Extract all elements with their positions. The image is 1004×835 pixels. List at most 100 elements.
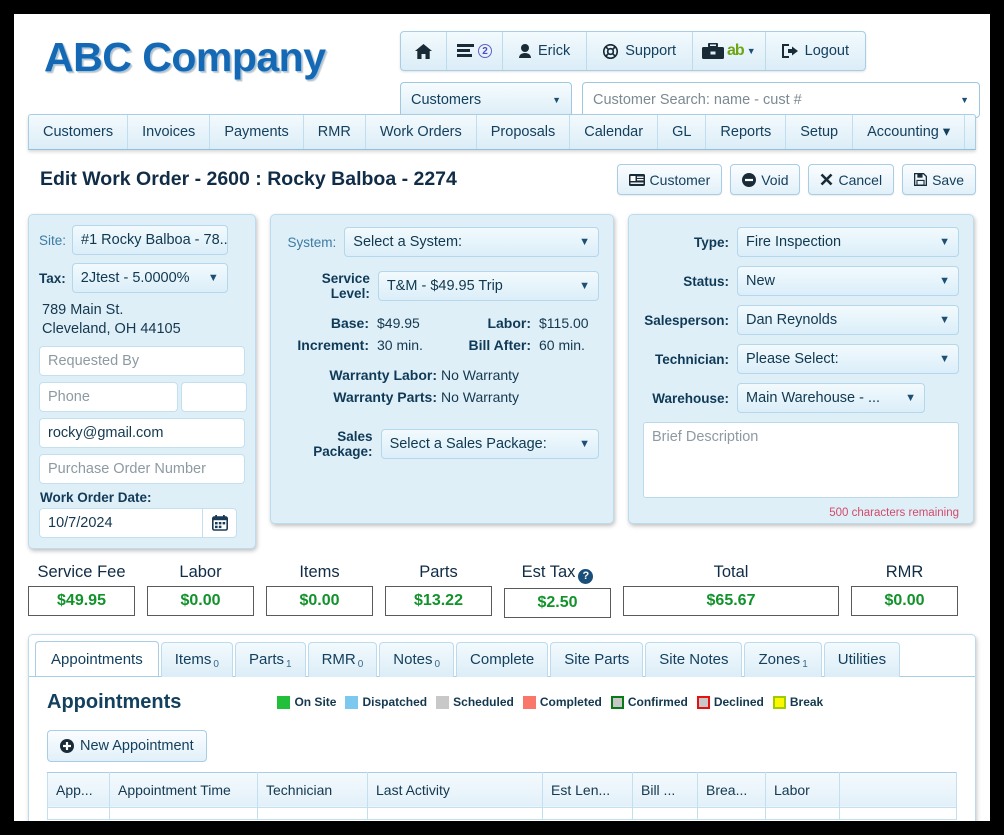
- status-row: Status: New ▼: [643, 266, 959, 296]
- salesperson-select[interactable]: Dan Reynolds ▼: [737, 305, 959, 335]
- nav-item-customers[interactable]: Customers: [29, 115, 129, 149]
- tab-count: 1: [802, 658, 808, 670]
- system-row: System: Select a System: ▼: [285, 227, 599, 257]
- tab-appointments[interactable]: Appointments: [35, 640, 159, 676]
- search-scope-select[interactable]: Customers ▼: [400, 82, 572, 118]
- user-menu-button[interactable]: Erick: [503, 32, 588, 70]
- help-icon[interactable]: ?: [578, 568, 594, 584]
- appointments-table: App... Appointment Time Technician Last …: [47, 771, 957, 820]
- status-legend: On Site Dispatched Scheduled Completed C…: [277, 695, 823, 709]
- tab-site-parts[interactable]: Site Parts: [550, 641, 644, 677]
- est-tax-text: Est Tax: [521, 563, 576, 581]
- work-order-details-panel: Type: Fire Inspection ▼ Status: New ▼ Sa…: [628, 214, 974, 524]
- type-select[interactable]: Fire Inspection ▼: [737, 227, 959, 257]
- chevron-down-icon: ▼: [939, 353, 950, 365]
- tab-label: Complete: [470, 650, 535, 668]
- service-level-select[interactable]: T&M - $49.95 Trip ▼: [377, 271, 599, 301]
- page-actions: Customer Void Cancel Save: [616, 164, 976, 195]
- column-header-est-length[interactable]: Est Len...: [542, 771, 633, 808]
- tab-parts[interactable]: Parts 1: [234, 641, 306, 677]
- save-button[interactable]: Save: [902, 164, 976, 195]
- list-icon: [457, 44, 474, 58]
- warranty-parts-value: No Warranty: [441, 389, 520, 405]
- site-select[interactable]: #1 Rocky Balboa - 78... ▼: [72, 225, 229, 255]
- total-label: Parts: [419, 563, 458, 581]
- warehouse-select[interactable]: Main Warehouse - ... ▼: [737, 383, 925, 413]
- chevron-down-icon: ▼: [939, 314, 950, 326]
- column-header-appt[interactable]: App...: [47, 771, 110, 808]
- column-header-appointment-time[interactable]: Appointment Time: [109, 771, 258, 808]
- site-panel: Site: #1 Rocky Balboa - 78... ▼ Tax: 2Jt…: [28, 214, 256, 549]
- brief-description-textarea[interactable]: [643, 422, 959, 498]
- table-cell: [839, 806, 957, 820]
- column-header-break[interactable]: Brea...: [697, 771, 766, 808]
- total-items: Items $0.00: [266, 563, 373, 618]
- nav-item-gl[interactable]: GL: [658, 115, 707, 149]
- nav-item-proposals[interactable]: Proposals: [477, 115, 571, 149]
- column-header-bill[interactable]: Bill ...: [632, 771, 698, 808]
- calendar-picker-button[interactable]: [202, 508, 237, 538]
- tab-utilities[interactable]: Utilities: [823, 641, 901, 677]
- phone-input[interactable]: [39, 382, 178, 412]
- service-level-stats: Base: $49.95 Labor: $115.00 Increment: 3…: [285, 315, 599, 353]
- customer-button[interactable]: Customer: [616, 164, 723, 195]
- tab-label: Notes: [393, 650, 433, 668]
- sales-package-select[interactable]: Select a Sales Package: ▼: [380, 429, 599, 459]
- nav-item-invoices[interactable]: Invoices: [128, 115, 211, 149]
- tab-zones[interactable]: Zones 1: [744, 641, 822, 677]
- nav-item-accounting[interactable]: Accounting ▾: [853, 115, 966, 149]
- nav-item-reports[interactable]: Reports: [706, 115, 787, 149]
- total-service-fee: Service Fee $49.95: [28, 563, 135, 618]
- work-order-date-input[interactable]: [39, 508, 202, 538]
- cancel-button[interactable]: Cancel: [808, 164, 895, 195]
- column-header-last-activity[interactable]: Last Activity: [367, 771, 543, 808]
- chevron-down-icon[interactable]: ▼: [747, 46, 756, 56]
- purchase-order-input[interactable]: [39, 454, 245, 484]
- nav-item-work-orders[interactable]: Work Orders: [366, 115, 477, 149]
- technician-label: Technician:: [654, 351, 729, 367]
- tab-label: Parts: [248, 650, 284, 668]
- appointments-pane: Appointments On Site Dispatched Schedule…: [29, 677, 975, 820]
- home-button[interactable]: [401, 32, 447, 70]
- tab-label: Items: [174, 650, 212, 668]
- column-header-labor[interactable]: Labor: [765, 771, 840, 808]
- requested-by-input[interactable]: [39, 346, 245, 376]
- phone-ext-input[interactable]: [181, 382, 247, 412]
- support-button[interactable]: Support: [587, 32, 694, 70]
- tab-count: 0: [434, 658, 441, 670]
- email-row: [39, 418, 245, 448]
- tab-label: RMR: [321, 650, 356, 668]
- status-select[interactable]: New ▼: [737, 266, 959, 296]
- tab-items[interactable]: Items 0: [160, 641, 233, 677]
- labor-value: $115.00: [539, 315, 589, 331]
- nav-item-calendar[interactable]: Calendar: [570, 115, 659, 149]
- tax-select[interactable]: 2Jtest - 5.0000% ▼: [71, 263, 228, 293]
- type-label: Type:: [693, 234, 729, 250]
- chars-remaining-label: 500 characters remaining: [829, 507, 959, 519]
- tab-rmr[interactable]: RMR 0: [307, 641, 378, 677]
- total-label: Items: [299, 563, 340, 581]
- total-value: $0.00: [851, 586, 958, 616]
- void-button[interactable]: Void: [730, 164, 801, 195]
- logout-button[interactable]: Logout: [766, 32, 865, 70]
- nav-item-rmr[interactable]: RMR: [304, 115, 366, 149]
- nav-item-payments[interactable]: Payments: [210, 115, 304, 149]
- tab-complete[interactable]: Complete: [456, 641, 549, 677]
- column-header-actions: [839, 771, 957, 808]
- technician-select[interactable]: Please Select: ▼: [737, 344, 959, 374]
- tax-field-row: Tax: 2Jtest - 5.0000% ▼: [39, 263, 245, 293]
- notifications-button[interactable]: 2: [447, 32, 503, 70]
- system-select[interactable]: Select a System: ▼: [344, 227, 599, 257]
- email-input[interactable]: [39, 418, 245, 448]
- global-search-input[interactable]: Customer Search: name - cust # ▼: [582, 82, 980, 118]
- table-cell: [765, 806, 840, 820]
- tab-site-notes[interactable]: Site Notes: [645, 641, 743, 677]
- bill-after-label: Bill After:: [468, 337, 531, 353]
- tab-notes[interactable]: Notes 0: [379, 641, 455, 677]
- salesperson-value: Dan Reynolds: [746, 312, 838, 328]
- tab-count: 1: [286, 658, 292, 670]
- nav-item-setup[interactable]: Setup: [786, 115, 854, 149]
- new-appointment-button[interactable]: New Appointment: [47, 729, 207, 762]
- column-header-technician[interactable]: Technician: [257, 771, 368, 808]
- briefcase-menu-button[interactable]: ab ▼: [693, 32, 766, 70]
